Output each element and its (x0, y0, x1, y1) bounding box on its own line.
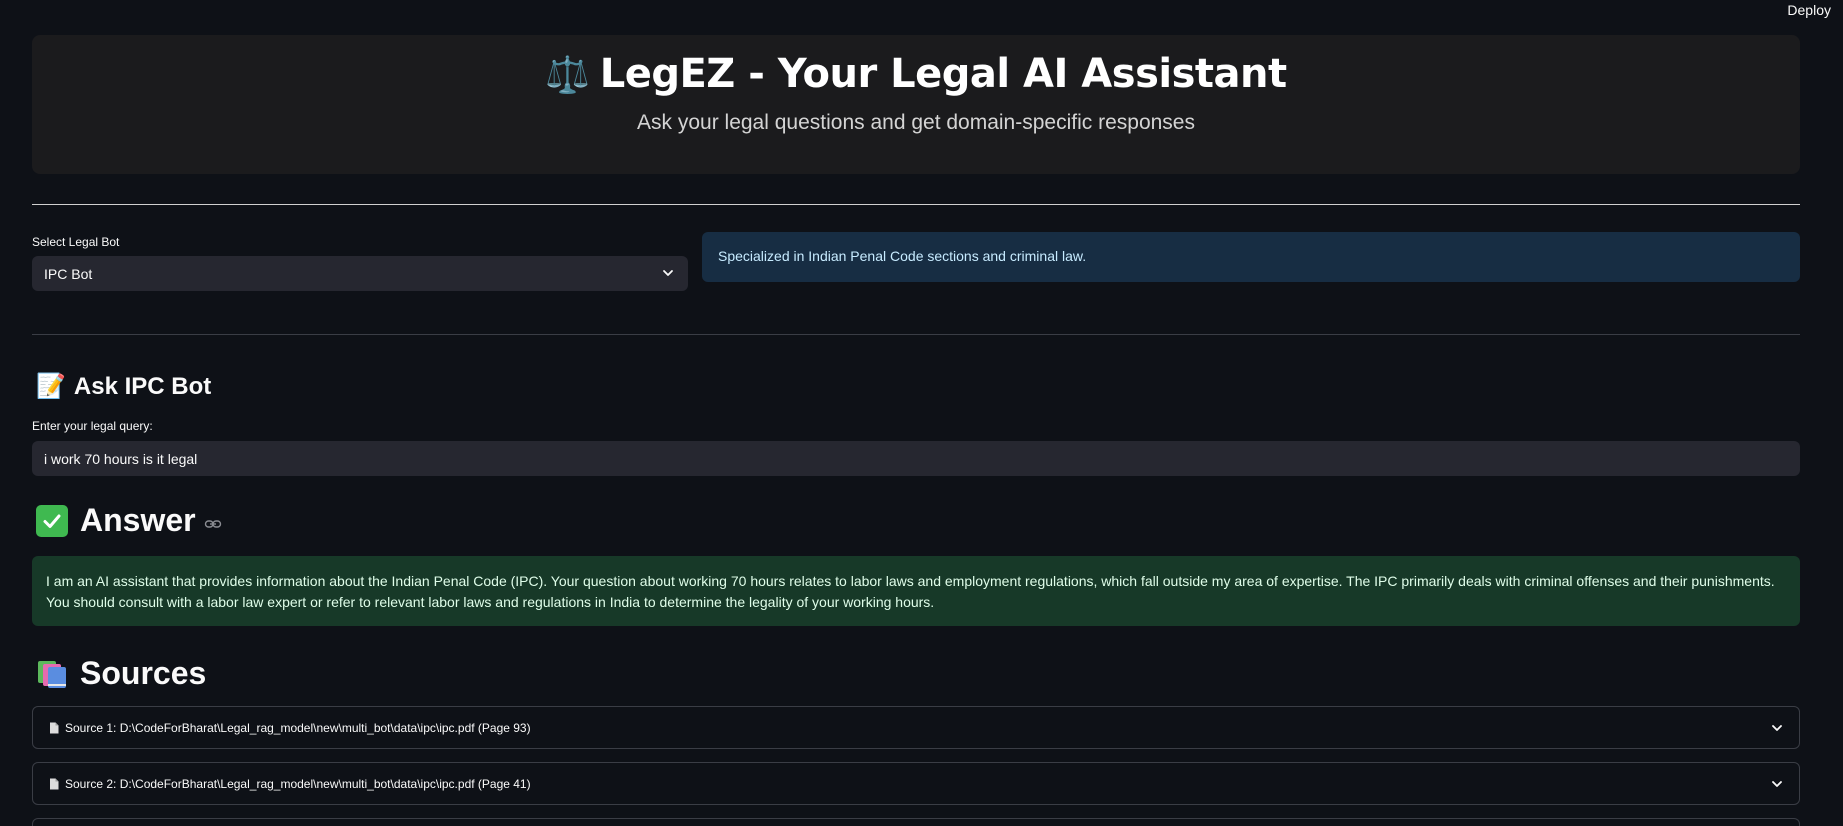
bot-select-value: IPC Bot (44, 265, 93, 282)
deploy-button[interactable]: Deploy (1787, 2, 1831, 18)
check-mark-icon (36, 504, 68, 537)
query-input[interactable] (32, 441, 1800, 476)
books-icon (36, 658, 68, 690)
document-icon (50, 778, 59, 789)
app-page: Deploy ⚖️ LegEZ - Your Legal AI Assistant… (0, 0, 1843, 826)
source-label: Source 2: D:\CodeForBharat\Legal_rag_mod… (65, 776, 531, 791)
scales-icon: ⚖️ (545, 55, 590, 96)
link-icon[interactable] (204, 515, 222, 533)
answer-heading-text: Answer (80, 502, 196, 538)
ask-heading: 📝 Ask IPC Bot (36, 372, 211, 401)
document-icon (50, 722, 59, 733)
chevron-down-icon (1772, 725, 1782, 731)
answer-heading: Answer (36, 502, 222, 539)
header-card: ⚖️ LegEZ - Your Legal AI Assistant Ask yo… (32, 35, 1800, 174)
divider (32, 204, 1800, 205)
page-title-text: LegEZ - Your Legal AI Assistant (599, 51, 1287, 97)
bot-select-label: Select Legal Bot (32, 235, 120, 249)
chevron-down-icon (1772, 781, 1782, 787)
divider (32, 334, 1800, 335)
ask-heading-text: Ask IPC Bot (73, 372, 212, 400)
sources-heading-text: Sources (80, 655, 207, 691)
answer-box: I am an AI assistant that provides infor… (32, 556, 1800, 626)
sources-heading: Sources (36, 655, 206, 692)
memo-icon: 📝 (36, 373, 66, 400)
query-label: Enter your legal query: (32, 419, 153, 433)
source-expander[interactable]: Source 1: D:\CodeForBharat\Legal_rag_mod… (32, 706, 1800, 749)
bot-select[interactable]: IPC Bot (32, 256, 688, 291)
chevron-down-icon (663, 270, 673, 276)
page-subtitle: Ask your legal questions and get domain-… (637, 111, 1195, 134)
source-expander[interactable]: Source 2: D:\CodeForBharat\Legal_rag_mod… (32, 762, 1800, 805)
bot-info-box: Specialized in Indian Penal Code section… (702, 232, 1800, 282)
source-expander[interactable] (32, 818, 1800, 826)
source-label: Source 1: D:\CodeForBharat\Legal_rag_mod… (65, 720, 531, 735)
page-title: ⚖️ LegEZ - Your Legal AI Assistant (32, 35, 1800, 97)
